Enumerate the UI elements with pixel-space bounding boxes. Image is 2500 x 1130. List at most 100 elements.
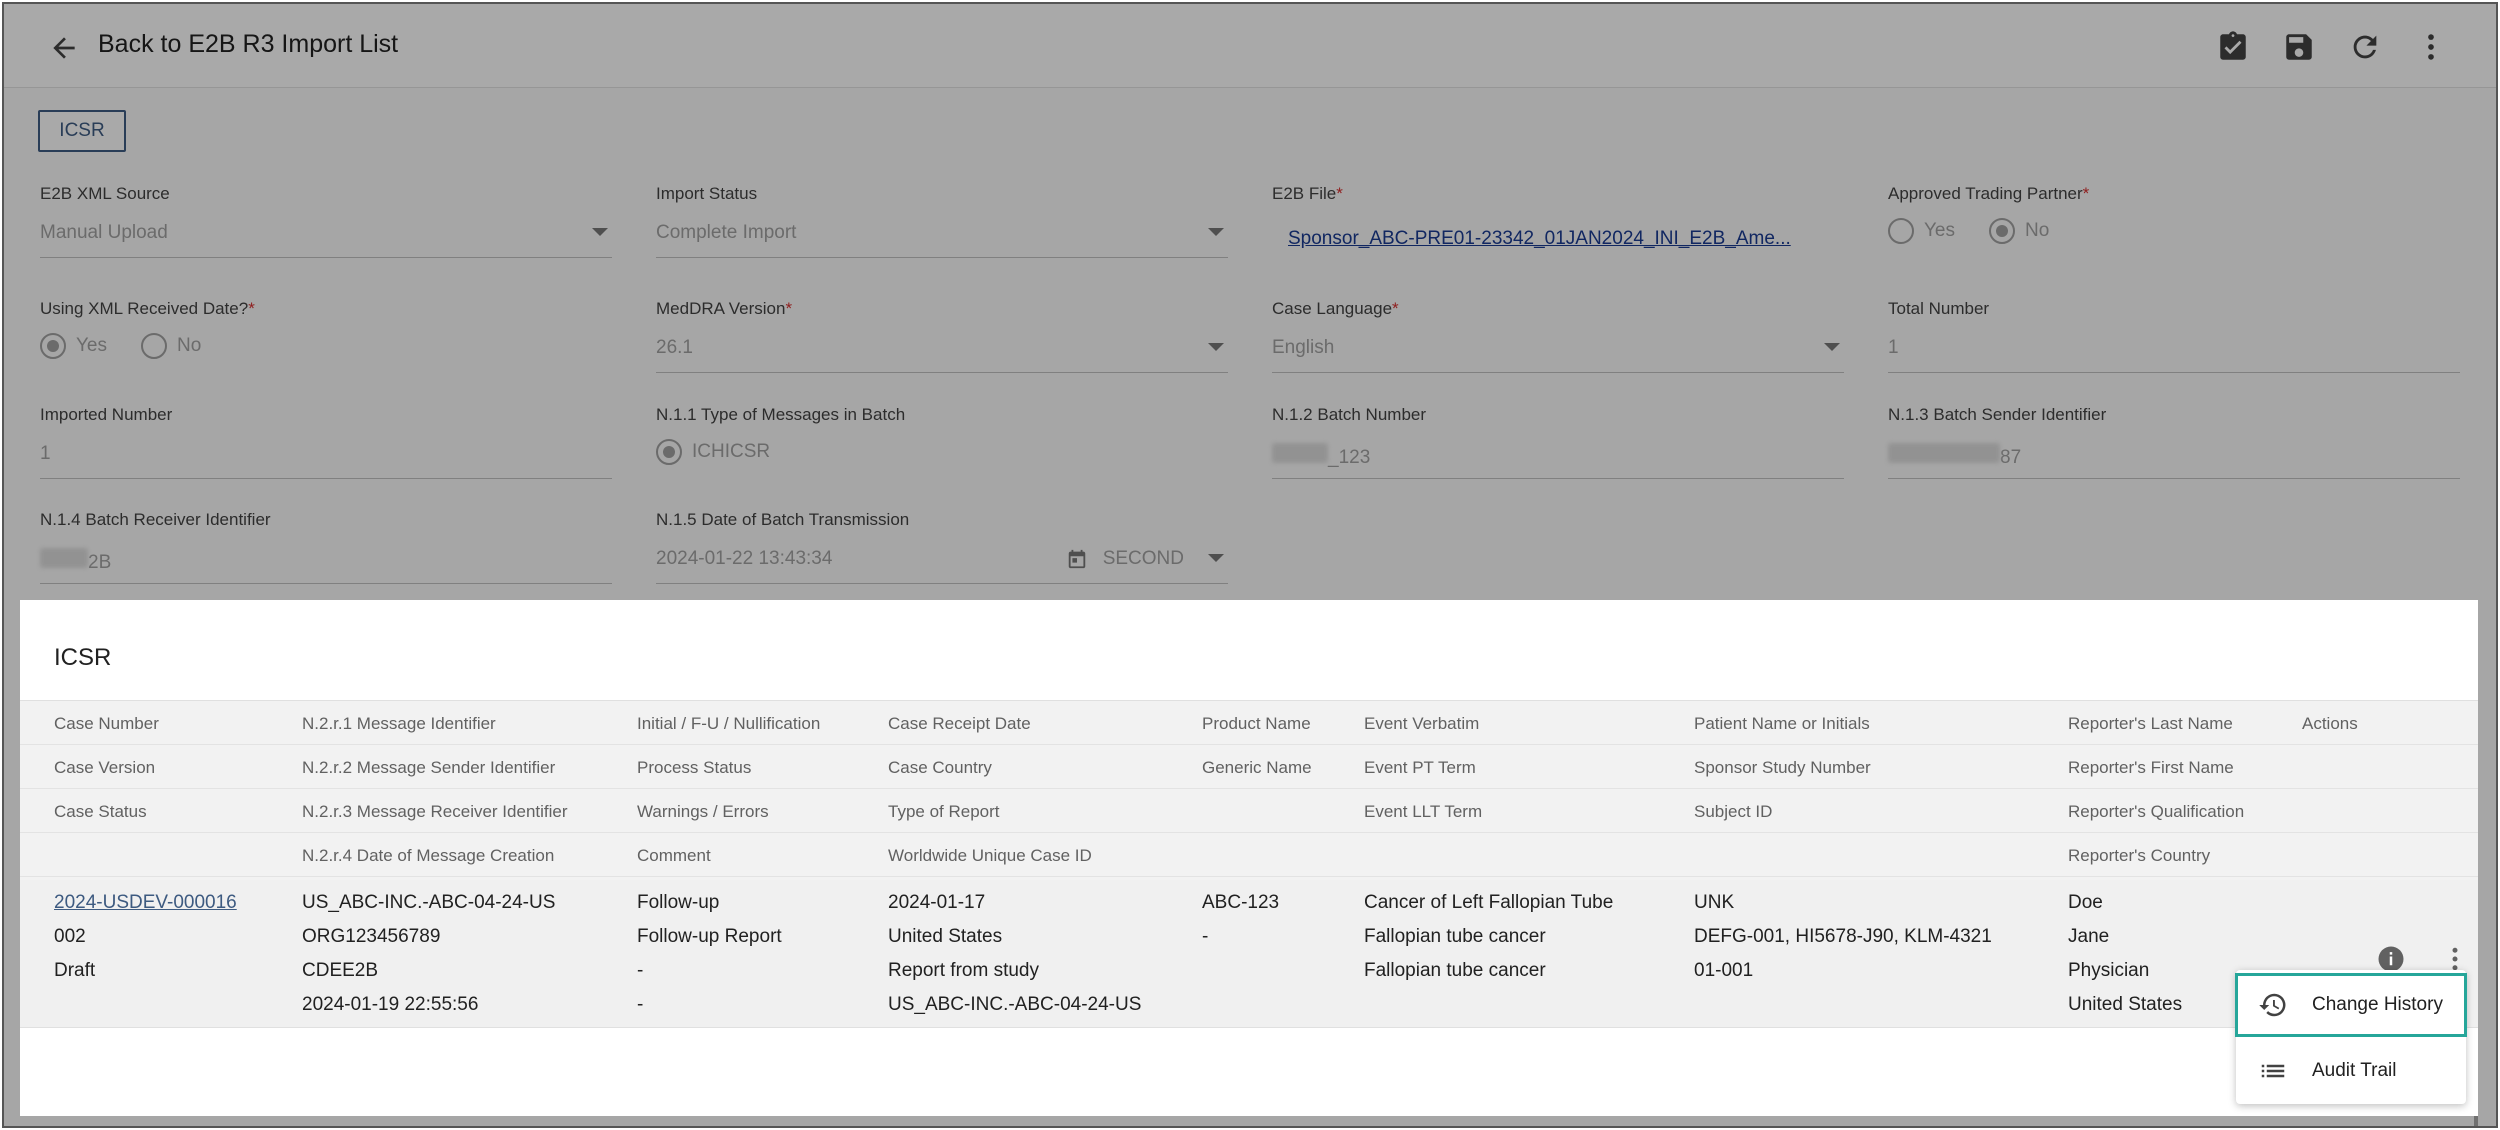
column-header: Product Name (1202, 714, 1311, 733)
header-row: Case Version N.2.r.2 Message Sender Ident… (20, 745, 2478, 789)
column-header: Event Verbatim (1364, 714, 1480, 733)
table-header: Case Number N.2.r.1 Message Identifier Ini… (20, 700, 2478, 880)
modal-backdrop-bottom (20, 1116, 2478, 1126)
using-xml-date-yes[interactable]: Yes (40, 333, 107, 359)
menu-item-audit-trail[interactable]: Audit Trail (2236, 1040, 2466, 1102)
e2b-file-link[interactable]: Sponsor_ABC-PRE01-23342_01JAN2024_INI_E2… (1288, 228, 1791, 249)
precision-select[interactable]: SECOND (1103, 548, 1184, 570)
using-xml-date-no[interactable]: No (141, 333, 201, 359)
total-number-label: Total Number (1888, 299, 1990, 318)
table-cell: Cancer of Left Fallopian Tube (1364, 892, 1614, 913)
table-cell: ABC-123 (1202, 892, 1280, 913)
column-header: Reporter's First Name (2068, 758, 2234, 777)
meddra-value: 26.1 (656, 337, 693, 358)
panel-title: ICSR (54, 644, 112, 671)
total-number-field: Total Number 1 (1888, 299, 2460, 373)
case-number-link[interactable]: 2024-USDEV-000016 (54, 892, 237, 914)
top-bar: Back to E2B R3 Import List (4, 4, 2496, 88)
column-header: Initial / F-U / Nullification (637, 714, 821, 733)
xml-source-label: E2B XML Source (40, 184, 170, 203)
batch-receiver-input[interactable]: 2B (40, 548, 612, 584)
more-vert-icon[interactable] (2414, 30, 2448, 64)
redacted-text (40, 548, 88, 568)
column-header: Actions (2302, 714, 2358, 733)
table-cell: - (637, 994, 644, 1015)
import-status-select[interactable]: Complete Import (656, 222, 1228, 258)
column-header: Comment (637, 846, 711, 865)
radio-checked-icon (656, 439, 682, 465)
import-status-field: Import Status Complete Import (656, 184, 1228, 258)
batch-date-input[interactable]: 2024-01-22 13:43:34 SECOND (656, 548, 1228, 584)
table-cell: 002 (54, 926, 86, 947)
row-actions-menu: Change History Audit Trail (2235, 970, 2467, 1104)
redacted-text (1272, 443, 1328, 463)
using-xml-date-field: Using XML Received Date?* Yes No (40, 299, 612, 359)
meddra-select[interactable]: 26.1 (656, 337, 1228, 373)
table-cell: Follow-up Report (637, 926, 782, 947)
icsr-panel: ICSR Case Number N.2.r.1 Message Identifi… (20, 600, 2478, 1116)
table-cell: United States (2068, 994, 2183, 1015)
batch-receiver-field: N.1.4 Batch Receiver Identifier 2B (40, 510, 612, 584)
history-icon (2259, 993, 2286, 1017)
type-messages-radio-group: ICHICSR (656, 439, 1228, 465)
calendar-icon[interactable] (1066, 548, 1088, 570)
table-cell: ORG123456789 (302, 926, 441, 947)
import-status-value: Complete Import (656, 222, 797, 243)
batch-date-value: 2024-01-22 13:43:34 (656, 548, 833, 569)
chevron-down-icon (1208, 228, 1224, 236)
case-language-select[interactable]: English (1272, 337, 1844, 373)
table-cell: United States (888, 926, 1003, 947)
batch-date-label: N.1.5 Date of Batch Transmission (656, 510, 910, 529)
total-number-input[interactable]: 1 (1888, 337, 2460, 373)
table-cell: Fallopian tube cancer (1364, 926, 1546, 947)
column-header: Patient Name or Initials (1694, 714, 1870, 733)
approved-tp-no[interactable]: No (1989, 218, 2049, 244)
column-header: Case Receipt Date (888, 714, 1031, 733)
batch-number-field: N.1.2 Batch Number _123 (1272, 405, 1844, 479)
meddra-field: MedDRA Version* 26.1 (656, 299, 1228, 373)
redacted-text (1888, 443, 2000, 463)
tab-icsr[interactable]: ICSR (38, 110, 126, 152)
page-title[interactable]: Back to E2B R3 Import List (98, 30, 398, 59)
approved-tp-yes[interactable]: Yes (1888, 218, 1955, 244)
chevron-down-icon (592, 228, 608, 236)
header-row: N.2.r.4 Date of Message Creation Comment W… (20, 833, 2478, 877)
type-messages-label: N.1.1 Type of Messages in Batch (656, 405, 906, 424)
column-header: Reporter's Last Name (2068, 714, 2233, 733)
column-header: Case Status (54, 802, 147, 821)
column-header: Event PT Term (1364, 758, 1476, 777)
xml-source-select[interactable]: Manual Upload (40, 222, 612, 258)
import-status-label: Import Status (656, 184, 758, 203)
table-cell: Doe (2068, 892, 2103, 913)
table-cell: CDEE2B (302, 960, 379, 981)
batch-date-field: N.1.5 Date of Batch Transmission 2024-01… (656, 510, 1228, 584)
table-cell: US_ABC-INC.-ABC-04-24-US (302, 892, 556, 913)
table-cell: 2024-01-19 22:55:56 (302, 994, 479, 1015)
batch-sender-input[interactable]: 87 (1888, 443, 2460, 479)
batch-number-input[interactable]: _123 (1272, 443, 1844, 479)
header-row: Case Number N.2.r.1 Message Identifier Ini… (20, 701, 2478, 745)
batch-sender-field: N.1.3 Batch Sender Identifier 87 (1888, 405, 2460, 479)
column-header: N.2.r.1 Message Identifier (302, 714, 496, 733)
save-icon[interactable] (2282, 30, 2316, 64)
meddra-label: MedDRA Version* (656, 299, 793, 318)
using-xml-date-label: Using XML Received Date?* (40, 299, 255, 318)
refresh-icon[interactable] (2348, 30, 2382, 64)
imported-number-label: Imported Number (40, 405, 173, 424)
approved-trading-partner-field: Approved Trading Partner* Yes No (1888, 184, 2460, 244)
table-cell: Physician (2068, 960, 2150, 981)
column-header: Type of Report (888, 802, 1000, 821)
back-arrow-icon[interactable] (48, 32, 80, 64)
type-messages-ichicsr[interactable]: ICHICSR (656, 439, 770, 465)
menu-item-change-history[interactable]: Change History (2235, 973, 2467, 1037)
column-header: Event LLT Term (1364, 802, 1483, 821)
column-header: Subject ID (1694, 802, 1773, 821)
table-cell: - (1202, 926, 1209, 947)
column-header: Generic Name (1202, 758, 1312, 777)
table-cell: DEFG-001, HI5678-J90, KLM-4321 (1694, 926, 1992, 947)
e2b-file-field: E2B File* Sponsor_ABC-PRE01-23342_01JAN2… (1272, 184, 1844, 264)
approved-tp-label: Approved Trading Partner* (1888, 184, 2090, 203)
approve-clipboard-icon[interactable] (2216, 30, 2250, 64)
imported-number-input[interactable]: 1 (40, 443, 612, 479)
e2b-file-label: E2B File* (1272, 184, 1343, 203)
